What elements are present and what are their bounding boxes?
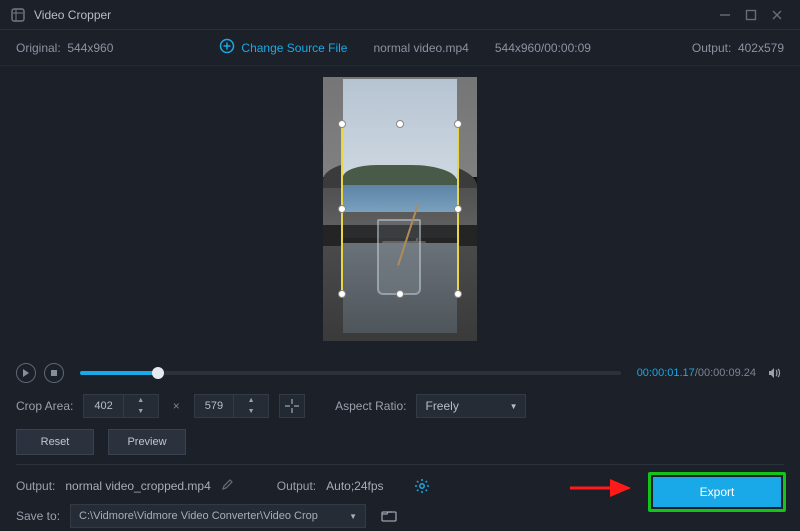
change-source-label: Change Source File bbox=[241, 41, 347, 55]
seek-thumb[interactable] bbox=[152, 367, 164, 379]
aspect-ratio-label: Aspect Ratio: bbox=[335, 399, 406, 413]
width-down[interactable]: ▼ bbox=[134, 406, 148, 417]
height-down[interactable]: ▼ bbox=[244, 406, 258, 417]
play-button[interactable] bbox=[16, 363, 36, 383]
open-folder-button[interactable] bbox=[376, 504, 402, 528]
time-display: 00:00:01.17/00:00:09.24 bbox=[637, 367, 756, 379]
original-label: Original: 544x960 bbox=[16, 41, 113, 55]
chevron-down-icon: ▼ bbox=[510, 402, 518, 411]
crop-rectangle[interactable] bbox=[341, 123, 459, 295]
export-button[interactable]: Export bbox=[653, 477, 781, 507]
crop-width-input[interactable]: 402▲▼ bbox=[83, 394, 158, 418]
stop-button[interactable] bbox=[44, 363, 64, 383]
infobar: Original: 544x960 Change Source File nor… bbox=[0, 30, 800, 66]
maximize-button[interactable] bbox=[738, 4, 764, 26]
output-settings-label: Output: bbox=[277, 479, 316, 493]
minimize-button[interactable] bbox=[712, 4, 738, 26]
volume-icon[interactable] bbox=[764, 366, 784, 380]
gear-icon[interactable] bbox=[414, 478, 430, 494]
source-filename: normal video.mp4 bbox=[373, 41, 468, 55]
app-title: Video Cropper bbox=[34, 8, 111, 22]
output-filename: normal video_cropped.mp4 bbox=[65, 479, 210, 493]
chevron-down-icon: ▼ bbox=[349, 512, 357, 521]
crop-handle-nw[interactable] bbox=[338, 120, 346, 128]
export-highlight: Export bbox=[648, 472, 786, 512]
crop-handle-sw[interactable] bbox=[338, 290, 346, 298]
save-to-label: Save to: bbox=[16, 509, 60, 523]
output-dim-label: Output: 402x579 bbox=[692, 41, 784, 55]
aspect-ratio-select[interactable]: Freely▼ bbox=[416, 394, 526, 418]
height-up[interactable]: ▲ bbox=[244, 395, 258, 406]
titlebar: Video Cropper bbox=[0, 0, 800, 30]
video-frame[interactable] bbox=[323, 77, 477, 341]
annotation-arrow bbox=[568, 477, 638, 502]
center-crop-button[interactable] bbox=[279, 394, 305, 418]
output-settings-value: Auto;24fps bbox=[326, 479, 383, 493]
output-file-label: Output: bbox=[16, 479, 55, 493]
crop-area-label: Crop Area: bbox=[16, 399, 73, 413]
preview-button[interactable]: Preview bbox=[108, 429, 186, 455]
edit-filename-icon[interactable] bbox=[221, 479, 233, 494]
crop-handle-n[interactable] bbox=[396, 120, 404, 128]
close-button[interactable] bbox=[764, 4, 790, 26]
crop-handle-ne[interactable] bbox=[454, 120, 462, 128]
change-source-button[interactable]: Change Source File bbox=[219, 38, 347, 57]
width-up[interactable]: ▲ bbox=[134, 395, 148, 406]
crop-handle-w[interactable] bbox=[338, 205, 346, 213]
crop-handle-se[interactable] bbox=[454, 290, 462, 298]
save-path-select[interactable]: C:\Vidmore\Vidmore Video Converter\Video… bbox=[70, 504, 366, 528]
preview-area bbox=[0, 66, 800, 352]
source-dim-time: 544x960/00:00:09 bbox=[495, 41, 591, 55]
crop-height-input[interactable]: 579▲▼ bbox=[194, 394, 269, 418]
reset-button[interactable]: Reset bbox=[16, 429, 94, 455]
app-icon bbox=[10, 7, 26, 23]
seek-slider[interactable] bbox=[80, 371, 621, 375]
plus-circle-icon bbox=[219, 38, 235, 57]
crop-handle-s[interactable] bbox=[396, 290, 404, 298]
crop-handle-e[interactable] bbox=[454, 205, 462, 213]
multiply-icon: × bbox=[169, 399, 184, 413]
